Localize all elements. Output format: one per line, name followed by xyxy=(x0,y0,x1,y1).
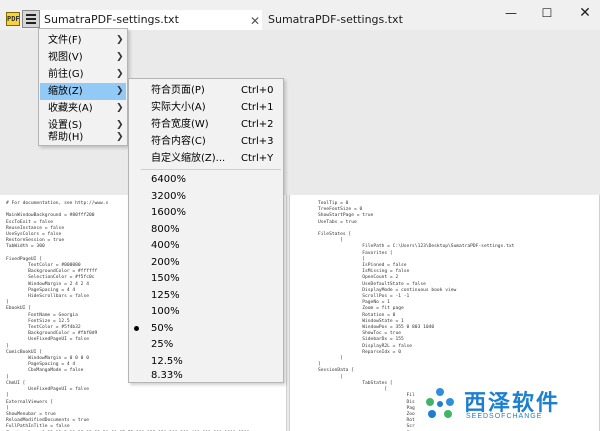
zoom-level-8-33[interactable]: 8.33% xyxy=(130,369,282,382)
watermark-logo-icon xyxy=(426,388,454,418)
zoom-level-400[interactable]: 400% xyxy=(130,237,282,254)
zoom-level-100[interactable]: 100% xyxy=(130,303,282,320)
chevron-right-icon: ❯ xyxy=(116,103,124,113)
zoom-level-3200[interactable]: 3200% xyxy=(130,188,282,205)
chevron-right-icon: ❯ xyxy=(116,86,124,96)
zoom-level-25[interactable]: 25% xyxy=(130,336,282,353)
tab-active[interactable]: SumatraPDF-settings.txt xyxy=(40,10,262,30)
chevron-right-icon: ❯ xyxy=(116,52,124,62)
zoom-level-125[interactable]: 125% xyxy=(130,287,282,304)
zoom-level-6400[interactable]: 6400% xyxy=(130,171,282,188)
zoom-custom[interactable]: 自定义缩放(Z)... Ctrl+Y xyxy=(130,150,282,167)
close-window-button[interactable]: ✕ xyxy=(570,4,600,22)
menu-item-file[interactable]: 文件(F) ❯ xyxy=(40,32,126,49)
zoom-level-12-5[interactable]: 12.5% xyxy=(130,353,282,370)
zoom-fit-content[interactable]: 符合内容(C) Ctrl+3 xyxy=(130,133,282,150)
menu-item-help[interactable]: 帮助(H) ❯ xyxy=(40,130,126,145)
hamburger-menu-button[interactable] xyxy=(22,10,40,28)
menu-separator xyxy=(141,169,281,170)
tab-label: SumatraPDF-settings.txt xyxy=(268,13,403,26)
zoom-fit-page[interactable]: 符合页面(P) Ctrl+0 xyxy=(130,82,282,99)
menu-item-zoom[interactable]: 缩放(Z) ❯ xyxy=(40,83,126,100)
selected-radio-icon xyxy=(134,326,139,331)
watermark-subtitle: SEEDSOFCHANGE xyxy=(466,413,543,420)
zoom-level-800[interactable]: 800% xyxy=(130,221,282,238)
main-menu: 文件(F) ❯ 视图(V) ❯ 前往(G) ❯ 缩放(Z) ❯ 收藏夹(A) ❯ 设置(S… xyxy=(38,28,128,146)
chevron-right-icon: ❯ xyxy=(116,132,124,142)
chevron-right-icon: ❯ xyxy=(116,69,124,79)
zoom-fit-width[interactable]: 符合宽度(W) Ctrl+2 xyxy=(130,116,282,133)
zoom-level-50[interactable]: 50% xyxy=(130,320,282,337)
tab-inactive[interactable]: SumatraPDF-settings.txt xyxy=(264,10,484,30)
app-icon: PDF xyxy=(6,12,20,26)
zoom-level-150[interactable]: 150% xyxy=(130,270,282,287)
chevron-right-icon: ❯ xyxy=(116,35,124,45)
menu-item-goto[interactable]: 前往(G) ❯ xyxy=(40,66,126,83)
zoom-level-200[interactable]: 200% xyxy=(130,254,282,271)
tab-label: SumatraPDF-settings.txt xyxy=(44,13,179,26)
zoom-actual-size[interactable]: 实际大小(A) Ctrl+1 xyxy=(130,99,282,116)
minimize-button[interactable]: — xyxy=(496,4,526,22)
tab-close-icon[interactable]: ✕ xyxy=(250,14,260,28)
zoom-level-1600[interactable]: 1600% xyxy=(130,204,282,221)
zoom-submenu: 符合页面(P) Ctrl+0 实际大小(A) Ctrl+1 符合宽度(W) Ctrl+… xyxy=(128,78,284,383)
maximize-button[interactable]: ☐ xyxy=(532,4,562,22)
watermark: 西泽软件 SEEDSOFCHANGE xyxy=(418,382,600,428)
menu-item-favorites[interactable]: 收藏夹(A) ❯ xyxy=(40,100,126,117)
menu-item-view[interactable]: 视图(V) ❯ xyxy=(40,49,126,66)
title-bar: PDF SumatraPDF-settings.txt ✕ SumatraPDF… xyxy=(0,0,600,30)
